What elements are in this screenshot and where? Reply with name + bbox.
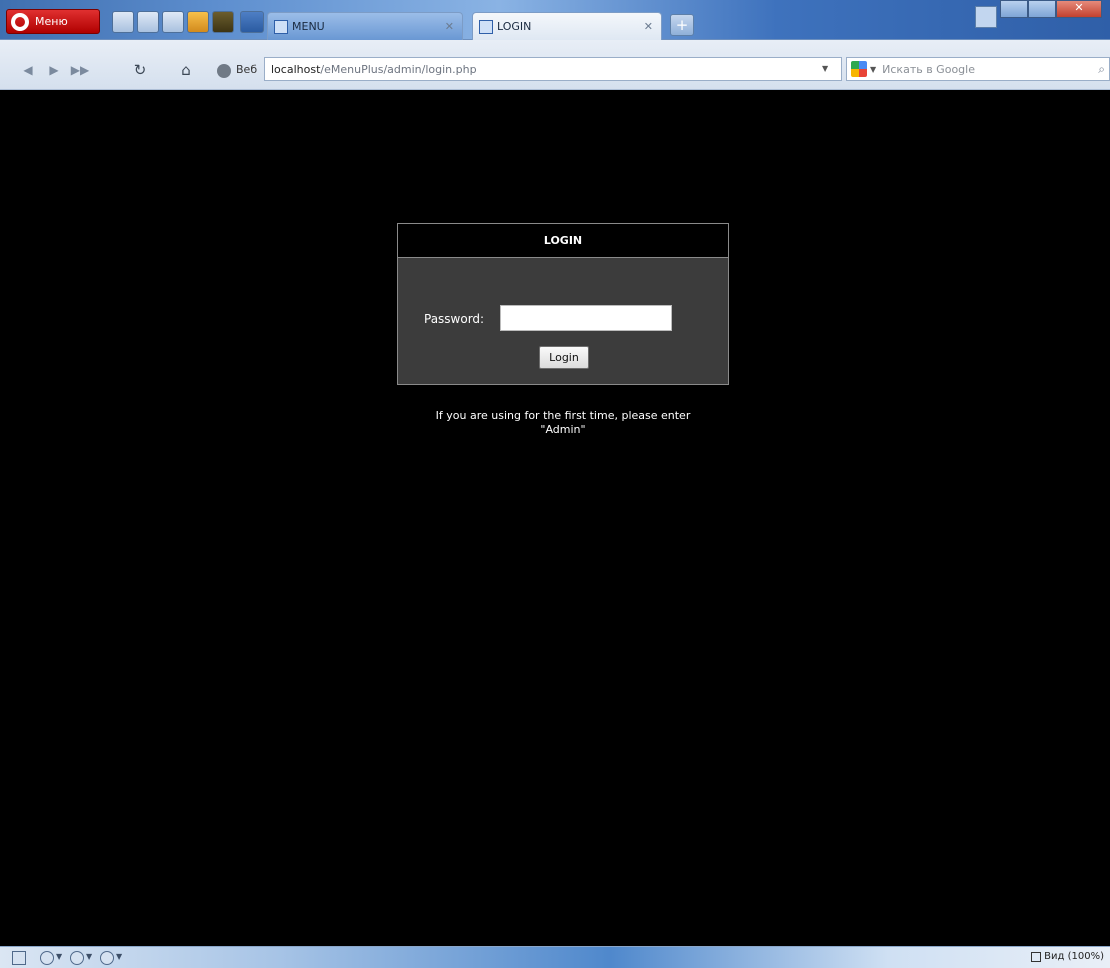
address-dropdown-icon[interactable]: ▼: [822, 64, 828, 73]
google-icon[interactable]: [851, 61, 867, 77]
globe-icon: [217, 64, 231, 78]
opera-menu-label: Меню: [35, 15, 68, 28]
panel-toggle-icon[interactable]: [12, 951, 26, 965]
close-tab-icon[interactable]: ✕: [445, 20, 454, 33]
status-bar: ▼ ▼ ▼ Вид (100%): [0, 946, 1110, 968]
first-time-note: If you are using for the first time, ple…: [397, 409, 729, 437]
web-label: Веб: [236, 63, 258, 76]
fast-forward-icon: ▶▶: [70, 63, 90, 77]
browser-window: Меню MENU ✕ LOGIN ✕ + ✕ ◀ ▶ ▶▶ ↻ ⌂ Веб l…: [0, 0, 1110, 968]
zoom-label: Вид (100%): [1044, 951, 1104, 962]
window-controls: ✕: [1000, 0, 1110, 20]
note-line-2: "Admin": [540, 423, 586, 436]
note-line-1: If you are using for the first time, ple…: [435, 409, 691, 422]
chevron-down-icon[interactable]: ▼: [86, 952, 92, 961]
speed-icon[interactable]: [100, 951, 114, 965]
search-icon[interactable]: ⌕: [1098, 62, 1105, 77]
unite-icon[interactable]: [40, 951, 54, 965]
extension-icon[interactable]: [187, 11, 209, 33]
search-placeholder: Искать в Google: [882, 62, 975, 76]
address-path: /eMenuPlus/admin/login.php: [320, 63, 477, 76]
plus-icon: +: [675, 16, 689, 34]
login-panel: LOGIN Password: Login: [397, 223, 729, 385]
login-button[interactable]: Login: [539, 346, 589, 369]
password-label: Password:: [424, 312, 485, 326]
bookmarks-icon[interactable]: [137, 11, 159, 33]
tab-title: LOGIN: [497, 20, 532, 33]
minimize-button[interactable]: [1000, 0, 1028, 18]
maximize-button[interactable]: [1028, 0, 1056, 18]
forward-arrow-icon: ▶: [49, 63, 59, 77]
forward-button[interactable]: ▶: [44, 60, 64, 80]
navigation-bar: ◀ ▶ ▶▶ ↻ ⌂ Веб localhost/eMenuPlus/admin…: [0, 40, 1110, 90]
chevron-down-icon[interactable]: ▼: [56, 952, 62, 961]
tab-title: MENU: [292, 20, 325, 33]
fast-forward-button[interactable]: ▶▶: [70, 60, 90, 80]
turbo-icon[interactable]: [70, 951, 84, 965]
speed-dial-icon[interactable]: [112, 11, 134, 33]
history-icon[interactable]: [162, 11, 184, 33]
tab-bar: Меню MENU ✕ LOGIN ✕ + ✕: [0, 0, 1110, 40]
opera-logo-icon: [11, 12, 29, 31]
chevron-down-icon[interactable]: ▼: [870, 65, 876, 74]
search-field[interactable]: ▼ Искать в Google ⌕: [846, 57, 1110, 81]
close-icon: ✕: [1074, 1, 1084, 14]
address-field[interactable]: localhost/eMenuPlus/admin/login.php: [264, 57, 842, 81]
tab-login[interactable]: LOGIN ✕: [472, 12, 662, 40]
zoom-control[interactable]: Вид (100%): [1031, 951, 1104, 962]
zoom-icon: [1031, 951, 1042, 962]
login-header: LOGIN: [398, 224, 728, 258]
tab-menu[interactable]: MENU ✕: [267, 12, 463, 40]
home-icon: ⌂: [181, 61, 191, 79]
site-icon[interactable]: [240, 11, 264, 33]
chevron-down-icon[interactable]: ▼: [116, 952, 122, 961]
close-tab-icon[interactable]: ✕: [644, 20, 653, 33]
page-viewport: LOGIN Password: Login If you are using f…: [0, 91, 1110, 946]
page-favicon-icon: [479, 19, 493, 34]
back-button[interactable]: ◀: [18, 60, 38, 80]
reload-button[interactable]: ↻: [130, 60, 150, 80]
home-button[interactable]: ⌂: [176, 60, 196, 80]
new-tab-button[interactable]: +: [670, 14, 694, 36]
opera-menu-button[interactable]: Меню: [6, 9, 100, 34]
tab-list-icon[interactable]: [975, 6, 997, 28]
password-input[interactable]: [500, 305, 672, 331]
close-window-button[interactable]: ✕: [1056, 0, 1102, 18]
reload-icon: ↻: [133, 61, 147, 79]
page-favicon-icon: [274, 19, 288, 34]
app-icon[interactable]: [212, 11, 234, 33]
address-host: localhost: [271, 63, 321, 76]
back-arrow-icon: ◀: [23, 63, 33, 77]
